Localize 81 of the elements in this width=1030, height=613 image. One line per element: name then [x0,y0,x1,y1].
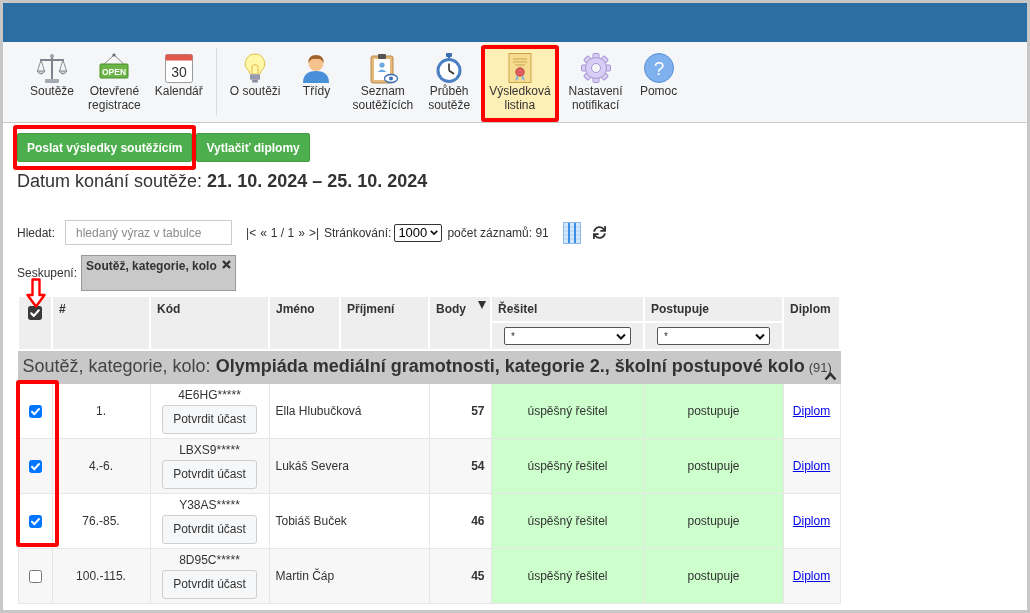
row-checkbox[interactable] [28,569,42,583]
table-cell: 76.-85. [52,493,150,548]
table-cell: postupuje [644,383,783,438]
chevron-down-icon [616,332,626,340]
table-cell: 46 [429,493,491,548]
group-title: Soutěž, kategorie, kolo: Olympiáda mediální gramotnosti, kategorie 2., školní postupové kolo [22,356,805,377]
calendar-icon: 30 [162,52,195,84]
table-cell: Martin Čáp [269,548,429,603]
toolbar-button[interactable]: ? Pomoc [631,44,686,122]
diploma-link[interactable]: Diplom [792,568,831,583]
confirm-button[interactable]: Potvrdit účast [162,404,257,434]
table-cell: Lukáš Severa [269,438,429,493]
table-cell: postupuje [644,493,783,548]
record-count: počet záznamů: 91 [447,225,549,240]
participant-code: Y38AS***** [179,497,240,513]
chevron-down-icon [430,229,439,236]
row-checkbox[interactable] [28,404,42,418]
group-count: (91) [808,360,832,376]
chevron-down-icon [755,332,765,340]
table-cell: úspěšný řešitel [491,493,644,548]
toolbar-button[interactable]: Nastavení notifikací [563,44,628,122]
table-cell: postupuje [644,548,783,603]
table-cell: 57 [429,383,491,438]
column-header[interactable]: Příjmení [340,296,429,350]
toolbar-button[interactable]: Soutěže [25,44,80,122]
column-header[interactable]: # [52,296,150,350]
toolbar-button[interactable]: O soutěži [224,44,286,122]
remove-icon[interactable] [222,260,232,269]
next-page-button[interactable]: » [298,225,305,240]
table-cell: Tobiáš Buček [269,493,429,548]
filter-select[interactable]: * [504,327,631,345]
toolbar-button[interactable]: OPEN Otevřené registrace [83,44,146,122]
row-checkbox[interactable] [28,514,42,528]
confirm-button[interactable]: Potvrdit účast [162,514,257,544]
last-page-button[interactable]: >| [308,225,319,240]
table-cell: úspěšný řešitel [491,548,644,603]
page-size-select[interactable]: 1000 [394,223,443,242]
column-header[interactable]: Řešitel [491,296,644,322]
grouping-label: Seskupení: [17,266,78,280]
page-size-label: Stránkování: [324,225,392,240]
table-cell: 54 [429,438,491,493]
column-header[interactable]: Body [429,296,491,350]
table-cell: 1. [52,383,150,438]
grouping-chip[interactable]: Soutěž, kategorie, kolo [81,255,237,291]
participant-code: LBXS9***** [179,442,240,458]
select-all-checkbox[interactable] [28,305,42,320]
toolbar-button[interactable]: 30 Kalendář [149,44,208,122]
help-icon: ? [642,52,675,84]
first-page-button[interactable]: |< [246,225,257,240]
table-cell: 45 [429,548,491,603]
page-indicator: 1 / 1 [270,225,295,240]
confirm-button[interactable]: Potvrdit účast [162,569,257,599]
event-date: Datum konání soutěže: 21. 10. 2024 – 25. 10. 2024 [17,170,428,192]
participant-code: 8D95C***** [179,552,240,568]
diploma-link[interactable]: Diplom [792,403,831,418]
confirm-button[interactable]: Potvrdit účast [162,459,257,489]
diploma-link[interactable]: Diplom [792,513,831,528]
search-label: Hledat: [17,225,56,240]
table-cell: úspěšný řešitel [491,438,644,493]
column-header[interactable]: Kód [150,296,269,350]
scales-icon [36,52,68,84]
columns-icon[interactable] [562,221,581,244]
previous-page-button[interactable]: « [260,225,267,240]
table-cell: úspěšný řešitel [491,383,644,438]
table-cell: 100.-115. [52,548,150,603]
toolbar-button[interactable]: Průběh soutěže [422,44,477,122]
row-checkbox[interactable] [28,459,42,473]
refresh-icon[interactable] [592,226,606,239]
table-cell: postupuje [644,438,783,493]
gear-icon [579,52,612,84]
toolbar-button[interactable]: Seznam soutěžících [347,44,419,122]
participant-code: 4E6HG***** [178,387,241,403]
column-header[interactable]: Diplom [783,296,840,350]
table-cell: 4.-6. [52,438,150,493]
column-header[interactable]: Postupuje [644,296,783,322]
toolbar-button[interactable]: Třídy [289,44,344,122]
filter-select[interactable]: * [657,327,770,345]
column-header[interactable]: Jméno [269,296,340,350]
table-cell: Ella Hlubučková [269,383,429,438]
diploma-link[interactable]: Diplom [792,458,831,473]
search-field[interactable]: hledaný výraz v tabulce [65,220,233,245]
